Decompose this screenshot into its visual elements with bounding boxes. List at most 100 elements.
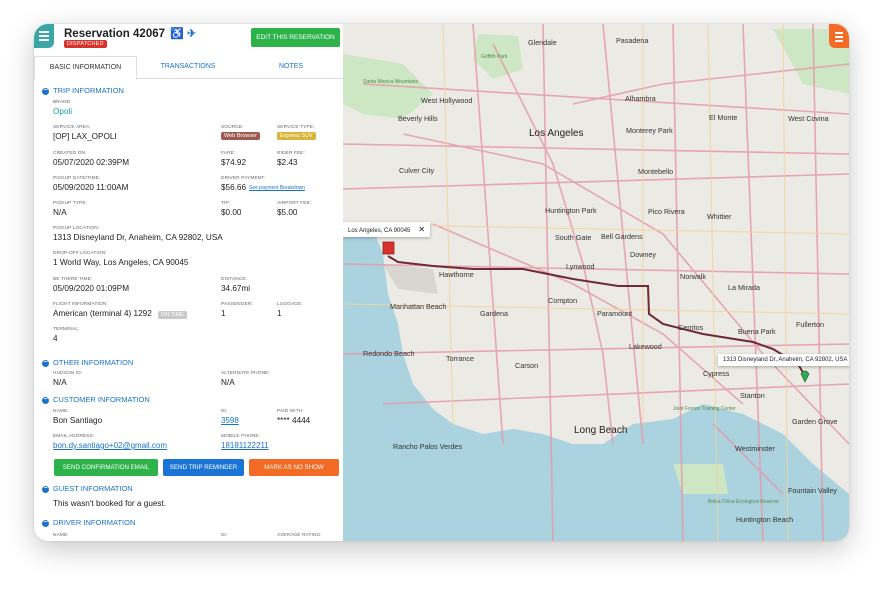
wheelchair-plane-icon: ♿ ✈ xyxy=(170,28,197,40)
rider-fee-value: $2.43 xyxy=(277,158,298,167)
flight-status-badge: ON TIME xyxy=(158,311,187,319)
terminal-value: 4 xyxy=(53,334,58,343)
be-there-value: 05/09/2020 01:09PM xyxy=(53,284,130,293)
mobile-label: MOBILE PHONE: xyxy=(221,434,261,439)
close-icon[interactable]: ✕ xyxy=(418,225,425,234)
customer-id-link[interactable]: 3598 xyxy=(221,416,239,425)
driver-section-header[interactable]: − DRIVER INFORMATION xyxy=(42,518,135,527)
email-link[interactable]: bon.dy.santiago+02@gmail.com xyxy=(53,441,167,450)
reservation-title: Reservation 42067 ♿ ✈ xyxy=(64,27,196,40)
menu-icon-bar xyxy=(39,35,49,37)
alternate-phone-label: ALTERNATE PHONE: xyxy=(221,371,270,376)
terminal-label: TERMINAL: xyxy=(53,327,80,332)
trip-section-title: TRIP INFORMATION xyxy=(53,86,124,95)
reservation-title-text: Reservation 42067 xyxy=(64,28,166,40)
tab-bar: BASIC INFORMATION TRANSACTIONS NOTES xyxy=(34,56,343,80)
created-label: CREATED ON: xyxy=(53,151,87,156)
route-map[interactable]: Glendale Pasadena West Hollywood Beverly… xyxy=(343,24,849,541)
fare-label: FARE: xyxy=(221,151,236,156)
menu-icon xyxy=(39,31,49,33)
driver-payment-value: $56.66 xyxy=(221,183,247,192)
tab-notes[interactable]: NOTES xyxy=(240,56,342,78)
dropoff-popup-text: Los Angeles, CA 90045 xyxy=(348,228,411,234)
pickup-popup-text: 1313 Disneyland Dr, Anaheim, CA 92802, U… xyxy=(723,357,848,363)
luggage-value: 1 xyxy=(277,309,282,318)
hudson-id-value: N/A xyxy=(53,378,67,387)
alternate-phone-value: N/A xyxy=(221,378,235,387)
customer-name-label: NAME: xyxy=(53,409,69,414)
driver-name-label: NAME: xyxy=(53,533,69,538)
other-section-title: OTHER INFORMATION xyxy=(53,358,134,367)
service-area-value: [OP] LAX_OPOLI xyxy=(53,132,117,141)
panel-header: Reservation 42067 ♿ ✈ DISPATCHED EDIT TH… xyxy=(34,24,343,56)
pickup-datetime-value: 05/09/2020 11:00AM xyxy=(53,183,129,192)
collapse-icon: − xyxy=(42,518,49,527)
customer-name-value: Bon Santiago xyxy=(53,416,103,425)
pickup-type-value: N/A xyxy=(53,208,67,217)
service-type-label: SERVICE TYPE: xyxy=(277,125,315,130)
driver-section-title: DRIVER INFORMATION xyxy=(53,518,136,527)
status-badge: DISPATCHED xyxy=(64,40,107,48)
collapse-icon: − xyxy=(42,86,49,95)
airport-fee-value: $5.00 xyxy=(277,208,298,217)
driver-id-label: ID: xyxy=(221,533,228,538)
dropoff-popup: Los Angeles, CA 90045 ✕ xyxy=(343,222,431,237)
send-trip-reminder-button[interactable]: SEND TRIP REMINDER xyxy=(163,459,244,476)
source-label: SOURCE: xyxy=(221,125,244,130)
pickup-location-value: 1313 Disneyland Dr, Anaheim, CA 92802, U… xyxy=(53,233,223,242)
source-badge: Web Browser xyxy=(221,132,260,140)
airport-fee-label: AIRPORT FEE: xyxy=(277,201,312,206)
menu-icon-bar xyxy=(39,39,49,41)
distance-value: 34.67mi xyxy=(221,284,251,293)
tip-label: TIP: xyxy=(221,201,231,206)
reservation-panel: Reservation 42067 ♿ ✈ DISPATCHED EDIT TH… xyxy=(34,24,344,541)
customer-section-header[interactable]: − CUSTOMER INFORMATION xyxy=(42,395,150,404)
dropoff-location-label: DROP-OFF LOCATION: xyxy=(53,251,107,256)
pickup-location-label: PICKUP LOCATION: xyxy=(53,226,100,231)
tip-value: $0.00 xyxy=(221,208,242,217)
app-window: Reservation 42067 ♿ ✈ DISPATCHED EDIT TH… xyxy=(34,24,849,541)
trip-section-header[interactable]: − TRIP INFORMATION xyxy=(42,86,124,95)
dropoff-location-value: 1 World Way, Los Angeles, CA 90045 xyxy=(53,258,189,267)
guest-section-title: GUEST INFORMATION xyxy=(53,484,133,493)
pickup-type-label: PICKUP TYPE: xyxy=(53,201,88,206)
customer-section-title: CUSTOMER INFORMATION xyxy=(53,395,150,404)
be-there-label: BE THERE TIME: xyxy=(53,277,93,282)
collapse-icon: − xyxy=(42,395,49,404)
brand-value: Opoli xyxy=(53,107,73,116)
tab-basic-information[interactable]: BASIC INFORMATION xyxy=(34,56,137,80)
collapse-icon: − xyxy=(42,484,49,493)
other-section-header[interactable]: − OTHER INFORMATION xyxy=(42,358,133,367)
pickup-popup: 1313 Disneyland Dr, Anaheim, CA 92802, U… xyxy=(718,354,849,366)
created-value: 05/07/2020 02:39PM xyxy=(53,158,130,167)
fare-value: $74.92 xyxy=(221,158,247,167)
edit-reservation-button[interactable]: EDIT THIS RESERVATION xyxy=(251,28,340,47)
distance-label: DISTANCE: xyxy=(221,277,248,282)
flight-value: American (terminal 4) 1292 xyxy=(53,309,152,318)
rider-fee-label: RIDER FEE: xyxy=(277,151,305,156)
send-confirmation-email-button[interactable]: SEND CONFIRMATION EMAIL xyxy=(54,459,158,476)
luggage-label: LUGGAGE: xyxy=(277,302,303,307)
brand-label: BRAND: xyxy=(53,100,72,105)
mark-as-no-show-button[interactable]: MARK AS NO SHOW xyxy=(249,459,339,476)
guest-text: This wasn't booked for a guest. xyxy=(53,499,167,508)
paid-with-label: PAID WITH: xyxy=(277,409,304,414)
collapse-icon: − xyxy=(42,358,49,367)
map-canvas xyxy=(343,24,849,541)
service-type-badge: Express SUV xyxy=(277,132,316,140)
list-icon[interactable] xyxy=(829,24,849,48)
passenger-value: 1 xyxy=(221,309,226,318)
customer-id-label: ID: xyxy=(221,409,228,414)
payment-breakdown-link[interactable]: See payment Breakdown xyxy=(249,185,305,191)
menu-button[interactable] xyxy=(34,24,54,48)
mobile-link[interactable]: 18181122211 xyxy=(221,441,269,450)
hudson-id-label: HUDSON ID: xyxy=(53,371,83,376)
flight-label: FLIGHT INFORMATION: xyxy=(53,302,108,307)
passenger-label: PASSENGER: xyxy=(221,302,253,307)
driver-payment-label: DRIVER PAYMENT: xyxy=(221,176,266,181)
guest-section-header[interactable]: − GUEST INFORMATION xyxy=(42,484,133,493)
paid-with-value: **** 4444 xyxy=(277,416,311,425)
service-area-label: SERVICE AREA: xyxy=(53,125,91,130)
driver-rating-label: AVERAGE RATING: xyxy=(277,533,322,538)
tab-transactions[interactable]: TRANSACTIONS xyxy=(137,56,239,78)
